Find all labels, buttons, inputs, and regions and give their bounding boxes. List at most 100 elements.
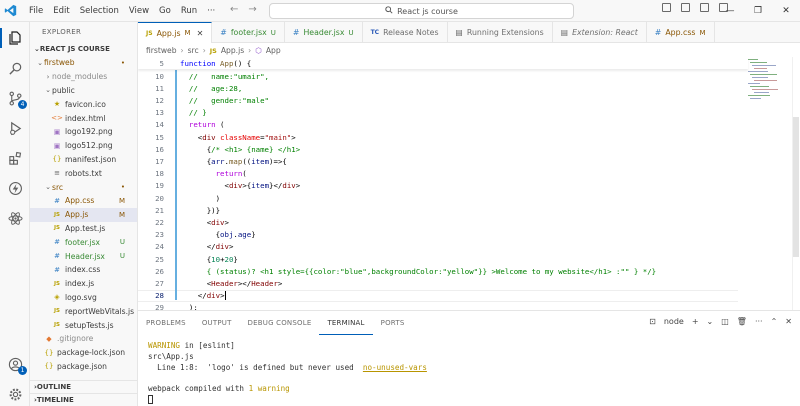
new-terminal-icon[interactable]: + [692,317,699,326]
panel-tab[interactable]: OUTPUT [194,311,240,335]
tree-file[interactable]: # index.css [30,263,137,277]
tree-folder[interactable]: › node_modules [30,70,137,84]
tree-folder[interactable]: ⌄ public [30,84,137,98]
tree-file[interactable]: JS reportWebVitals.js [30,304,137,318]
trash-icon[interactable]: 🗑 [737,317,747,326]
tree-folder[interactable]: ⌄ src • [30,180,137,194]
editor-tab[interactable]: JS App.js M ✕ [138,22,213,43]
outline-section[interactable]: › OUTLINE [30,380,137,393]
toggle-secondary-sidebar-icon[interactable] [700,3,709,12]
panel-tab[interactable]: PORTS [373,311,413,335]
tree-file[interactable]: ≡ robots.txt [30,166,137,180]
code-line[interactable]: 15 <div className="main"> [138,131,738,143]
editor-tab[interactable]: TC Release Notes [363,22,448,43]
code-line[interactable]: 24 </div> [138,241,738,253]
toggle-sidebar-icon[interactable] [662,3,671,12]
menu-item[interactable]: View [124,6,154,16]
search-view-icon[interactable] [5,58,25,78]
chevron-down-icon[interactable]: ⌄ [707,317,714,326]
menu-item[interactable]: Run [176,6,202,16]
extensions-icon[interactable] [5,148,25,168]
terminal-output[interactable]: WARNING in [eslint] src\App.js Line 1:8:… [148,341,427,406]
code-line[interactable]: 19 <div>{item}</div> [138,180,738,192]
tree-file[interactable]: # App.css M [30,194,137,208]
menu-item[interactable]: ··· [202,6,220,16]
remote-lightning-icon[interactable] [5,178,25,198]
toggle-panel-icon[interactable] [681,3,690,12]
workspace-section-header[interactable]: ⌄ REACT JS COURSE [30,42,137,56]
tree-file[interactable]: JS App.test.js [30,222,137,236]
code-line[interactable]: 26 { (status)? <h1 style={{color:"blue",… [138,265,738,277]
menu-item[interactable]: File [24,6,48,16]
code-line[interactable]: 11 // age:28, [138,82,738,94]
tree-file[interactable]: {} manifest.json [30,153,137,167]
code-line[interactable]: 28 </div> [138,289,738,302]
panel-tab[interactable]: TERMINAL [319,311,373,335]
forward-arrow-icon[interactable]: → [248,4,256,15]
split-terminal-icon[interactable]: ◫ [721,317,729,326]
tree-folder[interactable]: ⌄ firstweb • [30,56,137,70]
code-line[interactable]: 22 <div> [138,216,738,228]
terminal-name[interactable]: node [664,317,684,326]
tree-file[interactable]: ◈ logo.svg [30,291,137,305]
react-icon[interactable] [5,208,25,228]
editor-tab[interactable]: # Header.jsx U [285,22,363,43]
tree-file[interactable]: JS App.js M [30,207,137,222]
editor-tab[interactable]: ▤ Extension: React [553,22,647,43]
code-line[interactable]: 14 return ( [138,119,738,131]
menu-item[interactable]: Edit [48,6,74,16]
tree-file[interactable]: JS setupTests.js [30,318,137,332]
source-control-icon[interactable]: 4 [5,88,27,109]
tree-file[interactable]: ▣ logo192.png [30,125,137,139]
editor-tab[interactable]: ▤ Running Extensions [448,22,553,43]
settings-gear-icon[interactable] [5,384,25,404]
code-line[interactable]: 20 ) [138,192,738,204]
code-line[interactable]: 18 return( [138,168,738,180]
tree-file[interactable]: ◆ .gitignore [30,332,137,346]
explorer-icon[interactable] [0,28,25,48]
code-line[interactable]: 27 <Header></Header> [138,277,738,289]
breadcrumb-folder[interactable]: firstweb [146,46,177,55]
editor-tab[interactable]: # footer.jsx U [212,22,285,43]
code-line[interactable]: 10 // name:"umair", [138,70,738,82]
code-line[interactable]: 23 {obj.age} [138,229,738,241]
code-line[interactable]: 17 {arr.map((item)=>{ [138,155,738,167]
tree-file[interactable]: # Header.jsx U [30,249,137,263]
back-arrow-icon[interactable]: ← [230,4,238,15]
sticky-scroll-line[interactable]: 5 function App() { [138,57,748,69]
tree-file[interactable]: JS index.js [30,277,137,291]
tree-file[interactable]: <> index.html [30,111,137,125]
menu-item[interactable]: Selection [75,6,124,16]
code-editor[interactable]: 5 function App() { 10 // name:"umair", 11… [138,57,800,310]
tree-file[interactable]: # footer.jsx U [30,235,137,249]
minimize-icon[interactable]: — [716,6,744,16]
code-line[interactable]: 13 // } [138,107,738,119]
breadcrumb-symbol[interactable]: App [266,46,281,55]
code-line[interactable]: 21 })} [138,204,738,216]
command-center-search[interactable]: React js course [269,3,574,19]
code-line[interactable]: 12 // gender:"male" [138,94,738,106]
breadcrumb-folder[interactable]: src [188,46,199,55]
minimap[interactable] [746,57,790,117]
panel-tab[interactable]: DEBUG CONSOLE [240,311,320,335]
editor-tab[interactable]: # App.css M [647,22,715,43]
close-tab-icon[interactable]: ✕ [197,29,204,38]
editor-scrollbar[interactable] [792,57,800,310]
code-line[interactable]: 29 ); [138,302,738,310]
tree-file[interactable]: {} package.json [30,360,137,374]
tree-file[interactable]: {} package-lock.json [30,346,137,360]
maximize-panel-icon[interactable]: ⌃ [771,317,778,326]
eslint-rule-link[interactable]: no-unused-vars [363,363,427,372]
panel-tab[interactable]: PROBLEMS [138,311,194,335]
tree-file[interactable]: ★ favicon.ico [30,97,137,111]
close-panel-icon[interactable]: ✕ [785,317,792,326]
breadcrumb-file[interactable]: App.js [221,46,244,55]
code-line[interactable]: 25 {10+20} [138,253,738,265]
accounts-icon[interactable]: 1 [5,354,27,375]
close-window-icon[interactable]: ✕ [772,6,800,16]
run-debug-icon[interactable] [5,118,25,138]
restore-icon[interactable]: ❐ [744,6,772,16]
code-line[interactable]: 16 {/* <h1> {name} </h1> [138,143,738,155]
menu-item[interactable]: Go [154,6,176,16]
tree-file[interactable]: ▣ logo512.png [30,139,137,153]
